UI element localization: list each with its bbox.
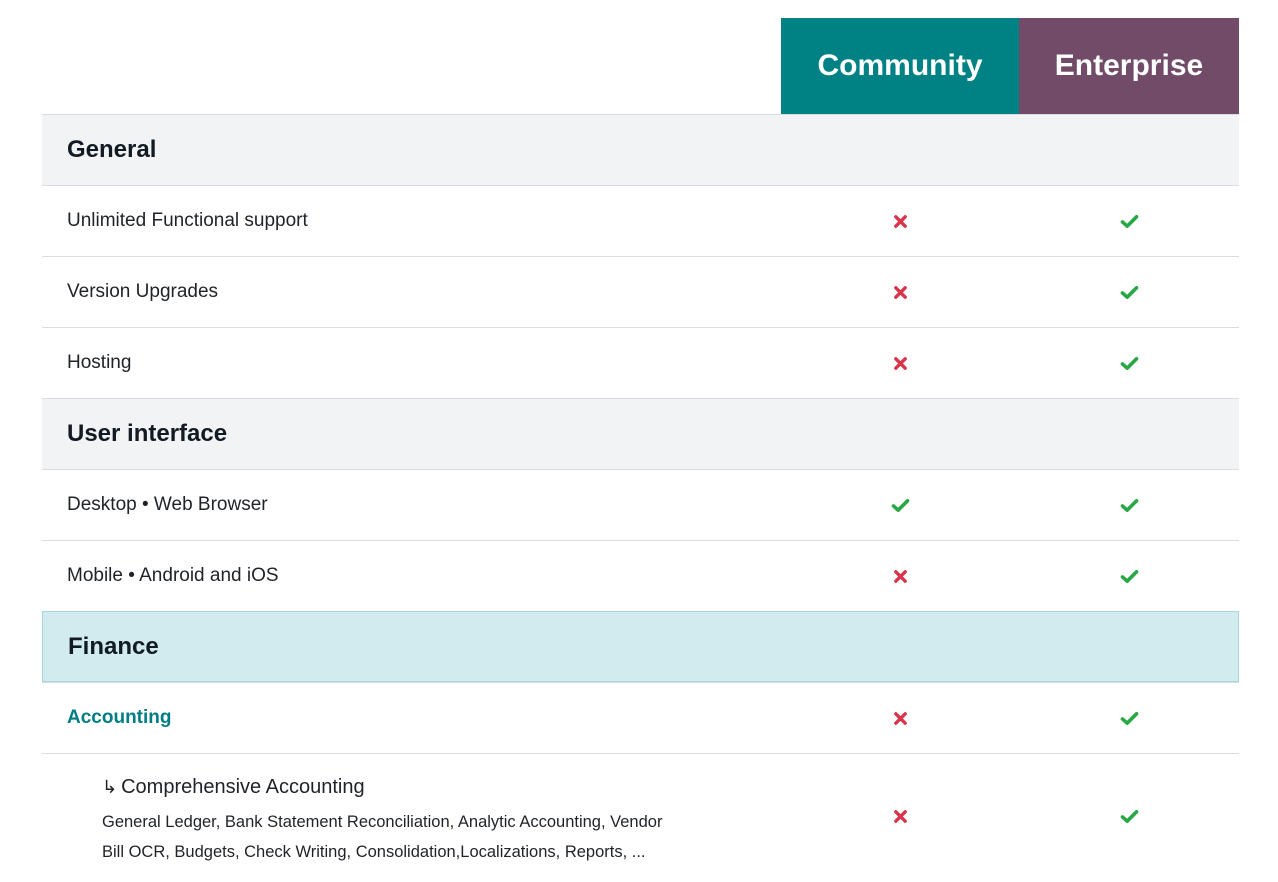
app-row-accounting[interactable]: Accounting	[42, 682, 1239, 753]
cross-icon	[781, 186, 1019, 256]
feature-label: Desktop • Web Browser	[67, 494, 268, 515]
feature-row: Desktop • Web Browser	[42, 469, 1239, 540]
section-finance[interactable]: Finance	[42, 611, 1239, 682]
description-line: General Ledger, Bank Statement Reconcili…	[102, 813, 663, 831]
check-icon	[1019, 186, 1239, 256]
enterprise-label: Enterprise	[1054, 49, 1204, 82]
feature-row: Version Upgrades	[42, 256, 1239, 327]
section-title: Finance	[68, 632, 159, 660]
check-icon	[1019, 754, 1239, 878]
section-title: User interface	[67, 420, 228, 447]
accounting-link[interactable]: Accounting	[67, 707, 172, 729]
cross-icon	[781, 328, 1019, 398]
subfeature-title: ↳ Comprehensive Accounting	[102, 776, 762, 799]
cross-icon	[781, 541, 1019, 611]
check-icon	[1019, 470, 1239, 540]
subfeature-description: General Ledger, Bank Statement Reconcili…	[102, 807, 762, 867]
cross-icon	[781, 257, 1019, 327]
subfeature-block: ↳ Comprehensive Accounting General Ledger…	[102, 776, 762, 867]
section-general: General	[42, 114, 1239, 185]
check-icon	[1019, 328, 1239, 398]
feature-row: Unlimited Functional support	[42, 185, 1239, 256]
sub-arrow-icon: ↳	[102, 777, 118, 797]
check-icon	[1019, 541, 1239, 611]
check-icon	[1019, 683, 1239, 753]
feature-row: Hosting	[42, 327, 1239, 398]
feature-label: Version Upgrades	[67, 281, 219, 302]
feature-label: Mobile • Android and iOS	[67, 565, 279, 586]
cross-icon	[781, 754, 1019, 878]
community-label: Community	[817, 49, 983, 82]
subfeature-title-text: Comprehensive Accounting	[121, 776, 365, 798]
description-line: Bill OCR, Budgets, Check Writing, Consol…	[102, 843, 646, 861]
feature-label: Unlimited Functional support	[67, 210, 308, 231]
check-icon	[781, 470, 1019, 540]
table-header: Community Enterprise	[42, 18, 1239, 114]
community-column-header: Community	[781, 18, 1019, 114]
enterprise-column-header: Enterprise	[1019, 18, 1239, 114]
feature-label: Hosting	[67, 352, 132, 373]
check-icon	[1019, 257, 1239, 327]
subfeature-row: ↳ Comprehensive Accounting General Ledger…	[42, 753, 1239, 878]
cross-icon	[781, 683, 1019, 753]
comparison-table: Community Enterprise General Unlimited F…	[42, 18, 1239, 878]
section-title: General	[67, 136, 157, 163]
feature-row: Mobile • Android and iOS	[42, 540, 1239, 611]
section-user-interface: User interface	[42, 398, 1239, 469]
